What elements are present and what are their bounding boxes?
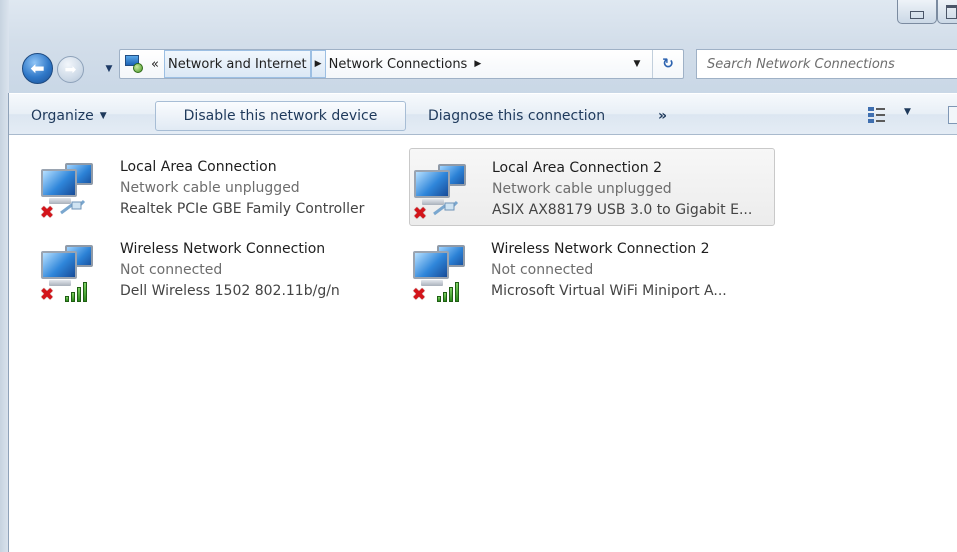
change-view-button[interactable] — [866, 105, 888, 125]
more-commands-icon: » — [658, 108, 668, 124]
network-adapter-icon: ✖ — [39, 241, 103, 305]
minimize-button[interactable] — [897, 0, 937, 24]
chevron-down-icon: ▼ — [99, 111, 107, 121]
back-button[interactable]: ⬅ — [22, 53, 53, 84]
error-x-icon: ✖ — [411, 285, 427, 305]
details-view-icon — [868, 107, 874, 111]
connection-device: Microsoft Virtual WiFi Miniport A... — [491, 283, 727, 299]
diagnose-connection-button[interactable]: Diagnose this connection — [417, 101, 616, 131]
chevron-down-icon: ▼ — [633, 59, 641, 69]
address-dropdown-button[interactable]: ▼ — [625, 50, 649, 78]
command-bar: Organize ▼ Disable this network device D… — [9, 93, 957, 135]
connection-status: Not connected — [120, 262, 223, 278]
breadcrumb-separator-icon[interactable]: ▶ — [310, 50, 326, 78]
breadcrumb-overflow-button[interactable]: « — [145, 57, 164, 72]
forward-arrow-icon: ➡ — [64, 61, 77, 78]
disable-device-button[interactable]: Disable this network device — [155, 101, 406, 131]
ethernet-cable-icon — [60, 199, 86, 215]
connection-device: Dell Wireless 1502 802.11b/g/n — [120, 283, 340, 299]
network-adapter-icon: ✖ — [39, 159, 103, 223]
connection-device: Realtek PCIe GBE Family Controller — [120, 201, 365, 217]
connection-tile-local-area-2[interactable]: ✖ Local Area Connection 2 Network cable … — [409, 148, 775, 226]
connection-status: Not connected — [491, 262, 594, 278]
connection-name: Local Area Connection — [120, 159, 277, 175]
connection-name: Wireless Network Connection 2 — [491, 241, 710, 257]
address-bar[interactable]: « Network and Internet ▶ Network Connect… — [119, 49, 684, 79]
recent-pages-button[interactable]: ▼ — [102, 62, 116, 76]
network-adapter-icon: ✖ — [411, 241, 475, 305]
error-x-icon: ✖ — [412, 204, 428, 224]
search-input[interactable] — [707, 56, 957, 72]
preview-pane-button[interactable] — [948, 106, 957, 124]
organize-button[interactable]: Organize ▼ — [20, 101, 118, 131]
navigation-bar: ⬅ ➡ ▼ « Network and Internet ▶ Network C… — [0, 48, 957, 86]
connection-status: Network cable unplugged — [120, 180, 300, 196]
connection-tile-local-area[interactable]: ✖ Local Area Connection Network cable un… — [10, 148, 376, 226]
connection-name: Wireless Network Connection — [120, 241, 326, 257]
refresh-button[interactable]: ↻ — [652, 50, 683, 78]
maximize-button[interactable] — [937, 0, 957, 24]
more-commands-button[interactable]: » — [647, 101, 678, 131]
signal-bars-icon — [61, 280, 89, 302]
chevron-down-icon: ▼ — [105, 64, 113, 74]
organize-label: Organize — [31, 108, 94, 124]
disable-device-label: Disable this network device — [183, 108, 378, 124]
breadcrumb-separator-icon[interactable]: ▶ — [470, 50, 485, 78]
connection-name: Local Area Connection 2 — [492, 160, 662, 176]
forward-button[interactable]: ➡ — [57, 56, 84, 83]
network-adapter-icon: ✖ — [412, 160, 476, 224]
connection-status: Network cable unplugged — [492, 181, 672, 197]
search-box[interactable] — [696, 49, 957, 79]
chevron-down-icon: ▼ — [904, 107, 911, 117]
error-x-icon: ✖ — [39, 285, 55, 305]
ethernet-cable-icon — [433, 200, 459, 216]
error-x-icon: ✖ — [39, 203, 55, 223]
network-folder-icon — [123, 53, 145, 75]
refresh-icon: ↻ — [662, 56, 674, 72]
connections-list: ✖ Local Area Connection Network cable un… — [10, 136, 957, 552]
diagnose-connection-label: Diagnose this connection — [428, 108, 606, 124]
caption-buttons — [897, 0, 957, 26]
connection-tile-wireless-2[interactable]: ✖ Wireless Network Connection 2 Not conn… — [409, 230, 775, 308]
breadcrumb-network-connections[interactable]: Network Connections — [326, 50, 471, 78]
back-arrow-icon: ⬅ — [30, 58, 45, 79]
breadcrumb-network-and-internet[interactable]: Network and Internet — [163, 50, 311, 78]
connection-device: ASIX AX88179 USB 3.0 to Gigabit E... — [492, 202, 753, 218]
connection-tile-wireless[interactable]: ✖ Wireless Network Connection Not connec… — [10, 230, 376, 308]
signal-bars-icon — [433, 280, 461, 302]
view-options-dropdown[interactable]: ▼ — [904, 107, 911, 117]
